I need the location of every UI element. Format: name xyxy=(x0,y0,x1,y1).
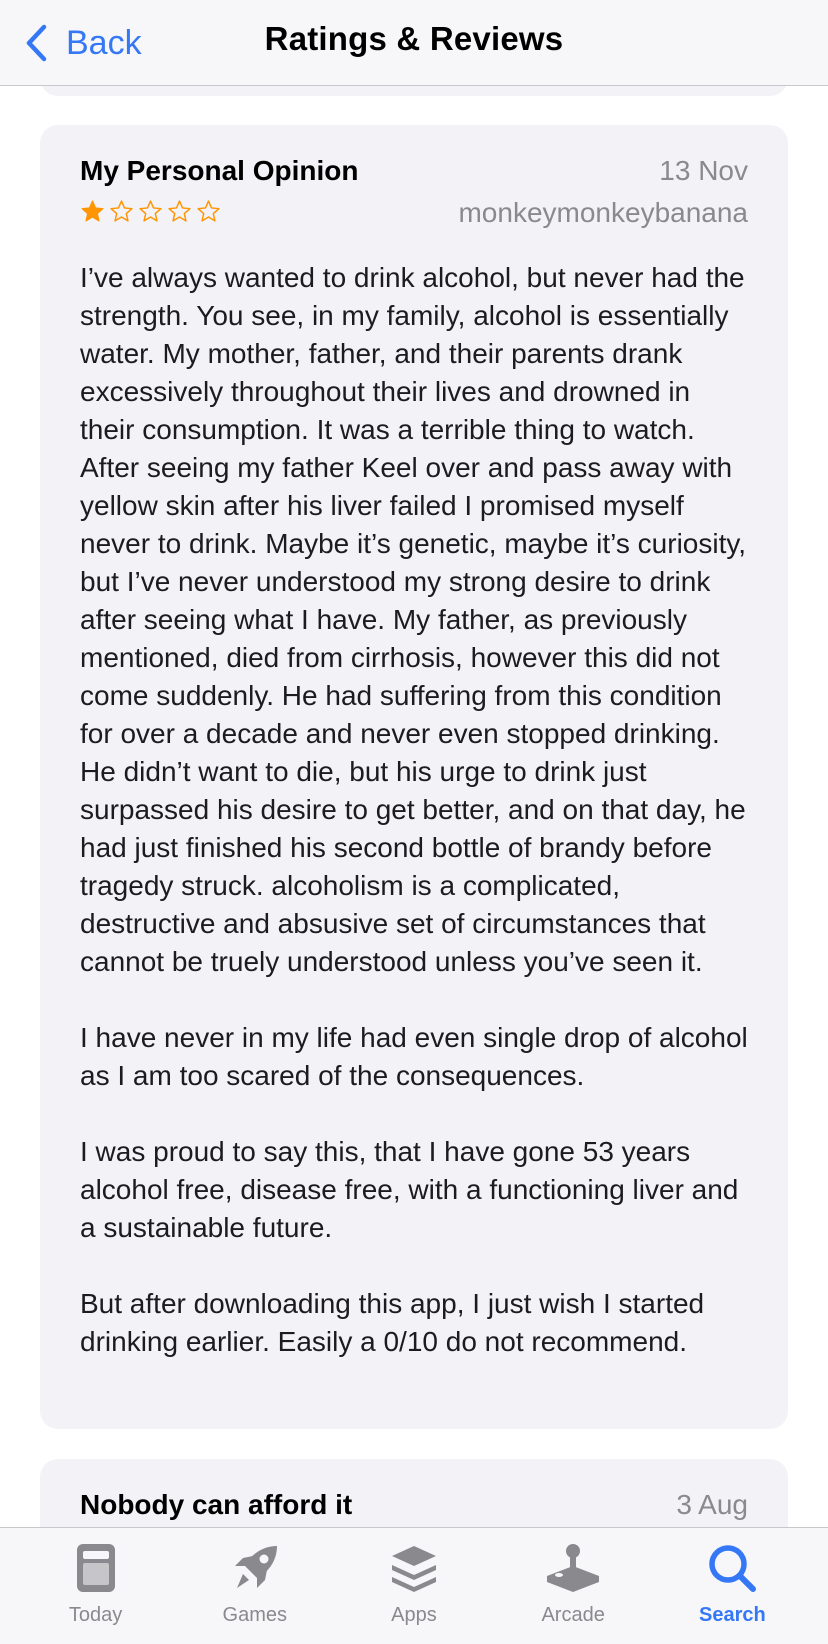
search-icon xyxy=(702,1538,762,1598)
star-rating xyxy=(80,199,221,224)
page-title: Ratings & Reviews xyxy=(264,20,564,57)
review-paragraph: But after downloading this app, I just w… xyxy=(80,1288,705,1357)
tab-label: Apps xyxy=(391,1604,437,1626)
tab-apps[interactable]: Apps xyxy=(339,1528,489,1627)
star-empty-icon xyxy=(168,200,191,222)
previous-review-card-edge xyxy=(40,86,788,96)
tab-arcade[interactable]: Arcade xyxy=(498,1528,648,1627)
review-date: 3 Aug xyxy=(676,1489,748,1520)
ratings-reviews-screen: Back Ratings & Reviews My Personal Opini… xyxy=(0,0,828,1644)
today-icon xyxy=(66,1538,126,1598)
review-paragraph: I’ve always wanted to drink alcohol, but… xyxy=(80,262,747,977)
apps-stack-icon xyxy=(384,1538,444,1598)
tab-label: Arcade xyxy=(541,1604,605,1626)
tab-games[interactable]: Games xyxy=(180,1528,330,1627)
reviews-list[interactable]: My Personal Opinion 13 Nov monkeymonkeyb… xyxy=(0,86,828,1527)
review-card[interactable]: My Personal Opinion 13 Nov monkeymonkeyb… xyxy=(40,125,788,1429)
star-empty-icon xyxy=(110,200,133,222)
star-empty-icon xyxy=(139,200,162,222)
tab-bar: Today Games Apps Arcade Search xyxy=(0,1527,828,1644)
review-card[interactable]: Nobody can afford it 3 Aug xyxy=(40,1459,788,1527)
tab-search[interactable]: Search xyxy=(657,1528,807,1627)
star-empty-icon xyxy=(197,200,220,222)
rocket-icon xyxy=(225,1538,285,1598)
tab-label: Today xyxy=(68,1604,123,1626)
navigation-bar: Back Ratings & Reviews xyxy=(0,0,828,86)
review-title: Nobody can afford it xyxy=(80,1489,353,1520)
tab-label: Search xyxy=(698,1604,766,1626)
tab-today[interactable]: Today xyxy=(21,1528,171,1627)
review-body: I’ve always wanted to drink alcohol, but… xyxy=(80,259,748,1361)
star-filled-icon xyxy=(81,200,104,222)
review-title: My Personal Opinion xyxy=(80,155,359,186)
review-date: 13 Nov xyxy=(659,155,748,186)
review-paragraph: I was proud to say this, that I have gon… xyxy=(80,1136,739,1243)
tab-label: Games xyxy=(222,1604,288,1626)
review-author: monkeymonkeybanana xyxy=(458,197,748,228)
joystick-icon xyxy=(543,1538,603,1598)
review-paragraph: I have never in my life had even single … xyxy=(80,1022,748,1091)
